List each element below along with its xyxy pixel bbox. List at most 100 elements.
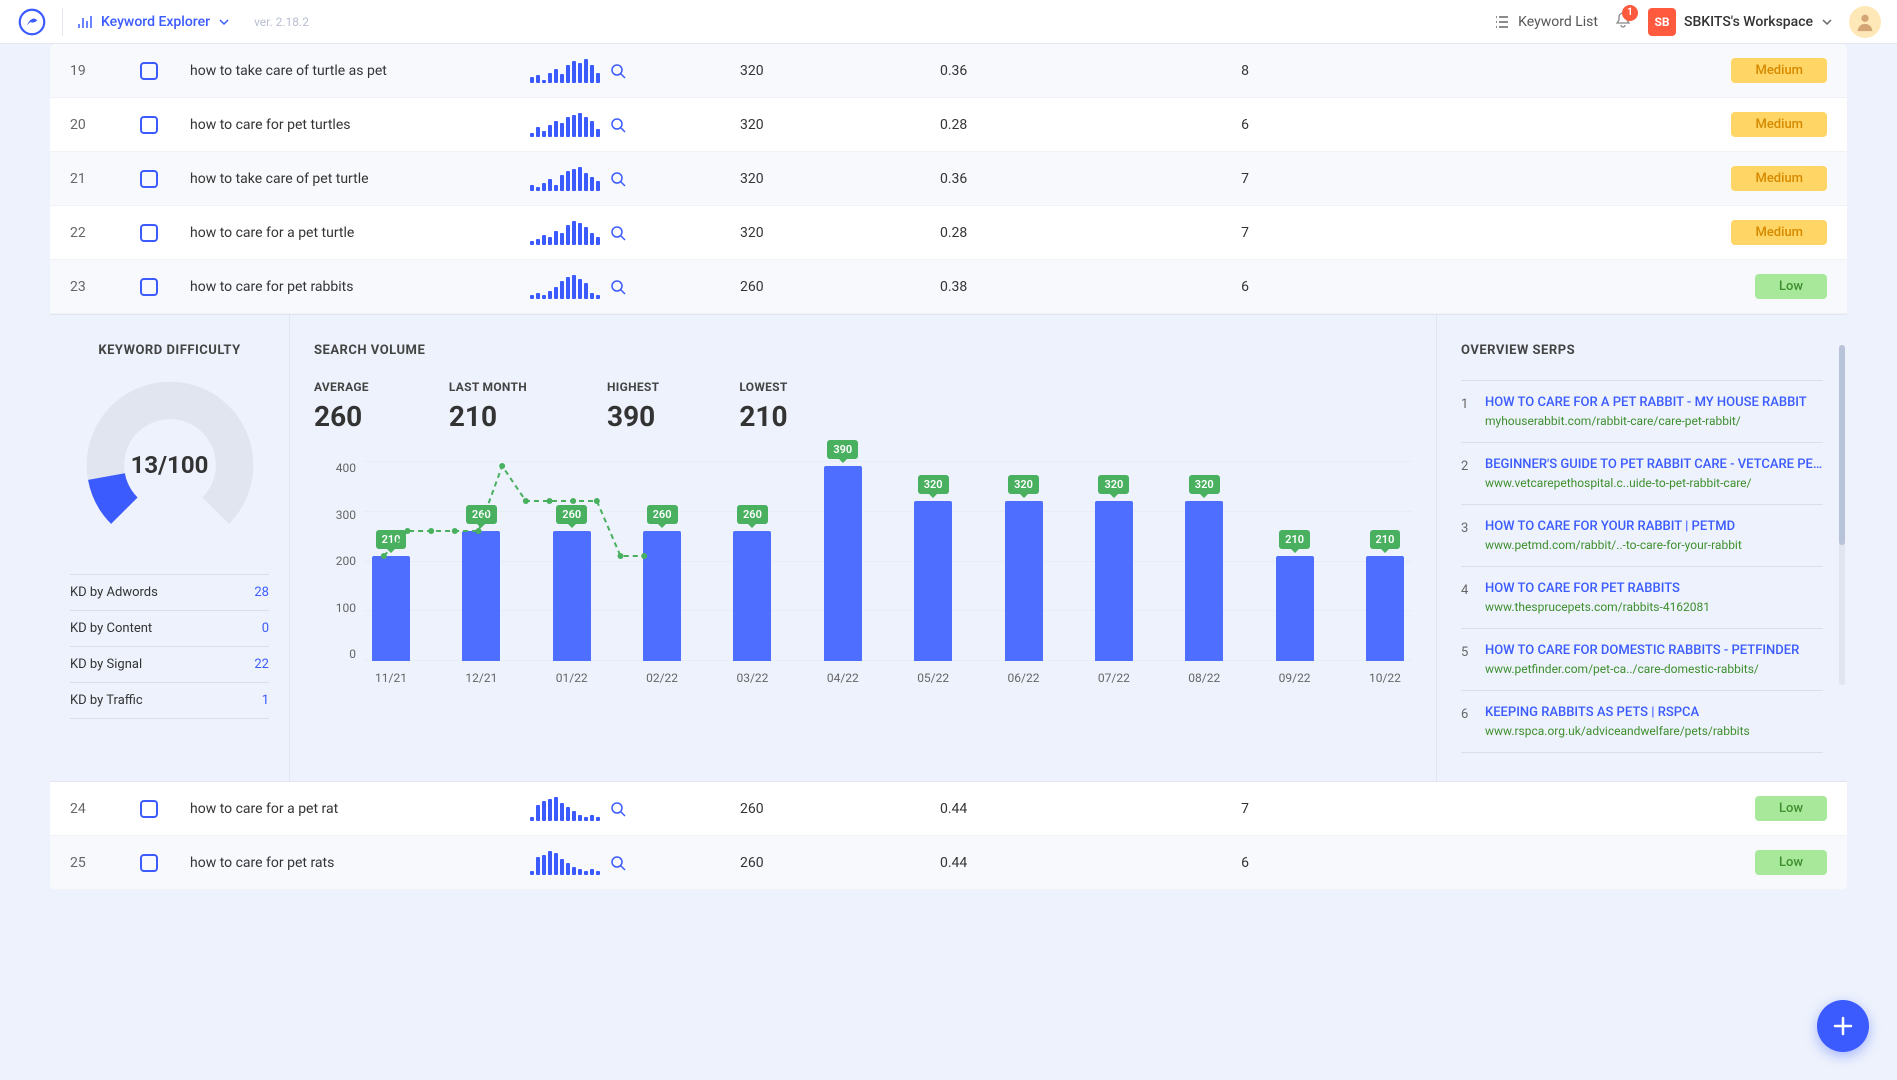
row-checkbox[interactable] <box>140 800 158 818</box>
search-icon[interactable] <box>610 801 626 817</box>
metric-value: 7 <box>1140 225 1350 241</box>
search-icon[interactable] <box>610 63 626 79</box>
app-header: Keyword Explorer ver. 2.18.2 Keyword Lis… <box>0 0 1897 44</box>
list-icon <box>1494 14 1510 30</box>
serp-result[interactable]: 3 HOW TO CARE FOR YOUR RABBIT | PETMD ww… <box>1461 505 1823 567</box>
serp-result[interactable]: 4 HOW TO CARE FOR PET RABBITS www.thespr… <box>1461 567 1823 629</box>
difficulty-badge: Medium <box>1731 112 1827 137</box>
chart-bar: 210 <box>1366 556 1404 661</box>
chevron-down-icon <box>1821 16 1833 28</box>
row-checkbox[interactable] <box>140 170 158 188</box>
metric-value: 0.38 <box>940 279 1140 295</box>
kd-gauge: 13/100 <box>85 380 255 550</box>
kd-metric-row: KD by Content0 <box>70 611 269 647</box>
table-row[interactable]: 23 how to care for pet rabbits 260 0.38 … <box>50 260 1847 314</box>
serp-url: www.petfinder.com/pet-ca../care-domestic… <box>1485 662 1823 676</box>
keyword-text: how to take care of pet turtle <box>190 171 530 187</box>
search-icon[interactable] <box>610 171 626 187</box>
keyword-table: 19 how to take care of turtle as pet 320… <box>50 44 1847 890</box>
row-index: 21 <box>70 171 140 187</box>
keyword-text: how to take care of turtle as pet <box>190 63 530 79</box>
keyword-list-button[interactable]: Keyword List <box>1494 14 1598 30</box>
metric-value: 0.36 <box>940 63 1140 79</box>
row-index: 22 <box>70 225 140 241</box>
search-icon[interactable] <box>610 855 626 871</box>
row-checkbox[interactable] <box>140 116 158 134</box>
keyword-text: how to care for pet rats <box>190 855 530 871</box>
chart-bar: 210 <box>1276 556 1314 661</box>
bars-icon <box>77 14 93 30</box>
chart-bar: 390 <box>824 466 862 661</box>
volume-value: 320 <box>740 225 940 241</box>
table-row[interactable]: 20 how to care for pet turtles 320 0.28 … <box>50 98 1847 152</box>
metric-value: 7 <box>1140 801 1350 817</box>
notifications-button[interactable]: 1 <box>1614 11 1632 33</box>
difficulty-badge: Low <box>1755 796 1827 821</box>
trend-sparkline <box>530 113 600 137</box>
serp-result[interactable]: 2 BEGINNER'S GUIDE TO PET RABBIT CARE - … <box>1461 443 1823 505</box>
serp-url: www.thesprucepets.com/rabbits-4162081 <box>1485 600 1823 614</box>
chart-bar: 260 <box>462 531 500 661</box>
page-selector[interactable]: Keyword Explorer <box>77 14 230 30</box>
serp-title: HOW TO CARE FOR YOUR RABBIT | PETMD <box>1485 519 1823 534</box>
kd-score: 13/100 <box>85 380 255 550</box>
workspace-icon: SB <box>1648 8 1676 36</box>
table-row[interactable]: 21 how to take care of pet turtle 320 0.… <box>50 152 1847 206</box>
chart-bar: 320 <box>1095 501 1133 661</box>
workspace-selector[interactable]: SB SBKITS's Workspace <box>1648 8 1833 36</box>
chevron-down-icon <box>218 16 230 28</box>
row-index: 19 <box>70 63 140 79</box>
row-checkbox[interactable] <box>140 854 158 872</box>
serp-url: www.vetcarepethospital.c..uide-to-pet-ra… <box>1485 476 1823 490</box>
chart-bar: 320 <box>1005 501 1043 661</box>
chart-bar: 320 <box>914 501 952 661</box>
table-row[interactable]: 25 how to care for pet rats 260 0.44 6 L… <box>50 836 1847 890</box>
table-row[interactable]: 22 how to care for a pet turtle 320 0.28… <box>50 206 1847 260</box>
serp-result[interactable]: 6 KEEPING RABBITS AS PETS | RSPCA www.rs… <box>1461 691 1823 753</box>
search-icon[interactable] <box>610 117 626 133</box>
overview-serps-panel: OVERVIEW SERPS 1 HOW TO CARE FOR A PET R… <box>1437 315 1847 781</box>
serp-title: HOW TO CARE FOR DOMESTIC RABBITS - PETFI… <box>1485 643 1823 658</box>
serp-url: myhouserabbit.com/rabbit-care/care-pet-r… <box>1485 414 1823 428</box>
row-checkbox[interactable] <box>140 278 158 296</box>
keyword-difficulty-panel: KEYWORD DIFFICULTY 13/100 KD by Adwords2… <box>50 315 290 781</box>
serp-url: www.petmd.com/rabbit/..-to-care-for-your… <box>1485 538 1823 552</box>
user-avatar[interactable] <box>1849 6 1881 38</box>
serp-result[interactable]: 1 HOW TO CARE FOR A PET RABBIT - MY HOUS… <box>1461 380 1823 443</box>
app-logo[interactable] <box>16 6 48 38</box>
table-row[interactable]: 19 how to take care of turtle as pet 320… <box>50 44 1847 98</box>
serp-result[interactable]: 5 HOW TO CARE FOR DOMESTIC RABBITS - PET… <box>1461 629 1823 691</box>
metric-value: 0.36 <box>940 171 1140 187</box>
serp-scrollbar[interactable] <box>1839 345 1845 685</box>
metric-value: 0.28 <box>940 117 1140 133</box>
row-checkbox[interactable] <box>140 224 158 242</box>
metric-value: 8 <box>1140 63 1350 79</box>
metric-value: 7 <box>1140 171 1350 187</box>
table-row[interactable]: 24 how to care for a pet rat 260 0.44 7 … <box>50 782 1847 836</box>
search-volume-panel: SEARCH VOLUME AVERAGE260 LAST MONTH210 H… <box>290 315 1437 781</box>
keyword-text: how to care for a pet rat <box>190 801 530 817</box>
metric-value: 6 <box>1140 855 1350 871</box>
keyword-text: how to care for a pet turtle <box>190 225 530 241</box>
metric-value: 0.28 <box>940 225 1140 241</box>
volume-value: 320 <box>740 171 940 187</box>
keyword-text: how to care for pet turtles <box>190 117 530 133</box>
chart-bar: 260 <box>643 531 681 661</box>
serp-title: BEGINNER'S GUIDE TO PET RABBIT CARE - VE… <box>1485 457 1823 472</box>
search-icon[interactable] <box>610 225 626 241</box>
difficulty-badge: Medium <box>1731 58 1827 83</box>
serp-title: KEEPING RABBITS AS PETS | RSPCA <box>1485 705 1823 720</box>
page-name: Keyword Explorer <box>101 14 210 30</box>
serp-title: HOW TO CARE FOR PET RABBITS <box>1485 581 1823 596</box>
notification-badge: 1 <box>1622 5 1638 21</box>
metric-value: 6 <box>1140 279 1350 295</box>
add-button[interactable] <box>1817 1000 1869 1052</box>
volume-value: 320 <box>740 117 940 133</box>
trend-sparkline <box>530 275 600 299</box>
trend-sparkline <box>530 797 600 821</box>
search-icon[interactable] <box>610 279 626 295</box>
difficulty-badge: Medium <box>1731 220 1827 245</box>
volume-value: 260 <box>740 855 940 871</box>
row-checkbox[interactable] <box>140 62 158 80</box>
volume-value: 260 <box>740 279 940 295</box>
